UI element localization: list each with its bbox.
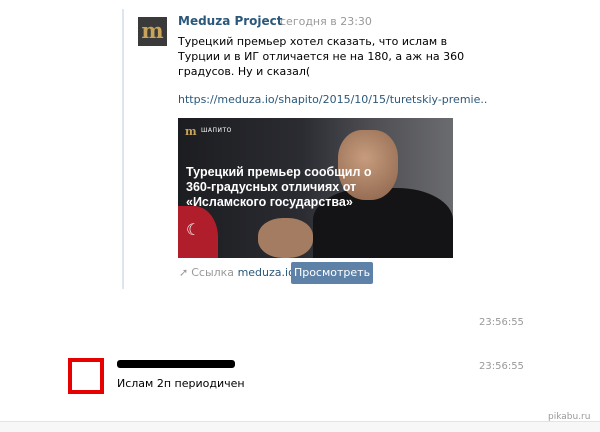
share-label: Ссылка <box>191 266 235 279</box>
post-time[interactable]: сегодня в 23:30 <box>280 15 372 28</box>
preview-logo-icon: m <box>185 125 197 138</box>
author-avatar[interactable]: m <box>138 17 167 46</box>
preview-hand <box>258 218 313 258</box>
post-author[interactable]: Meduza Project <box>178 14 283 28</box>
view-button[interactable]: Просмотреть <box>291 262 373 284</box>
redacted-author-name <box>117 360 235 368</box>
post-link[interactable]: https://meduza.io/shapito/2015/10/15/tur… <box>178 93 487 106</box>
repost-border <box>122 9 124 289</box>
link-preview-image[interactable]: ☾ m ШАПИТО Турецкий премьер сообщил о 36… <box>178 118 453 258</box>
message-time[interactable]: 23:56:55 <box>479 317 524 328</box>
share-domain[interactable]: meduza.io <box>238 266 295 279</box>
watermark: pikabu.ru <box>548 412 591 422</box>
share-arrow-icon: ➚ <box>179 266 189 279</box>
meduza-logo-icon: m <box>141 18 164 43</box>
preview-headline: Турецкий премьер сообщил о 360-градусных… <box>186 165 372 209</box>
turkish-flag: ☾ <box>178 206 218 258</box>
message-time[interactable]: 23:56:55 <box>479 361 524 372</box>
post-text: Турецкий премьер хотел сказать, что исла… <box>178 35 465 78</box>
preview-badge: ШАПИТО <box>201 127 232 134</box>
share-row: ➚ Ссылка meduza.io <box>179 266 295 279</box>
message-text: Ислам 2п периодичен <box>117 377 245 390</box>
avatar[interactable] <box>68 358 104 394</box>
footer-bar <box>0 421 600 432</box>
